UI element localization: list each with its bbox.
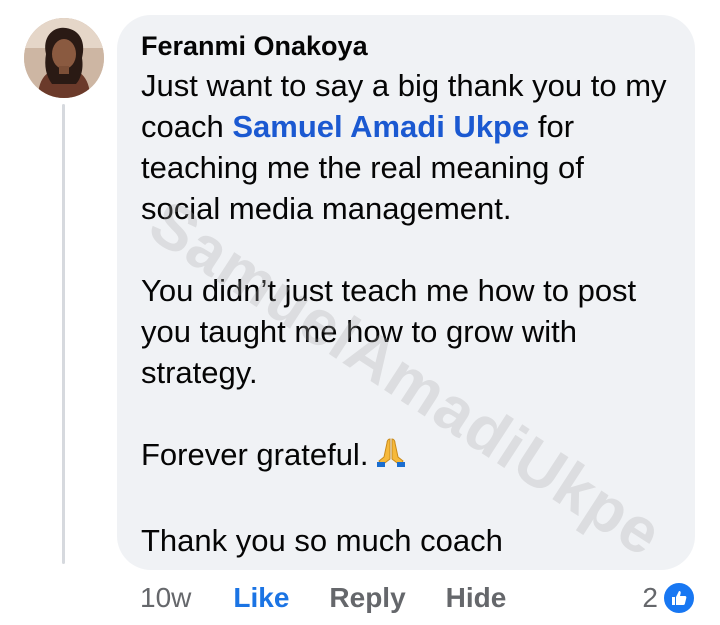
profile-photo-icon	[24, 18, 104, 98]
comment-paragraph-4: Thank you so much coach	[141, 523, 503, 558]
like-button[interactable]: Like	[233, 582, 289, 614]
reaction-summary[interactable]: 2	[642, 578, 696, 618]
comment-actions: 10w Like Reply Hide	[140, 578, 506, 618]
comment-author[interactable]: Feranmi Onakoya	[141, 29, 671, 63]
mention-link[interactable]: Samuel Amadi Ukpe	[232, 109, 529, 144]
avatar[interactable]	[24, 18, 104, 98]
comment-paragraph-2: You didn’t just teach me how to post you…	[141, 273, 637, 390]
comment-paragraph-1: Just want to say a big thank you to my c…	[141, 65, 671, 229]
comment-paragraph-3: Forever grateful.	[141, 434, 671, 479]
comment-view: Feranmi Onakoya Just want to say a big t…	[0, 0, 720, 625]
folded-hands-icon	[374, 435, 408, 479]
like-icon	[662, 581, 696, 615]
timestamp[interactable]: 10w	[140, 582, 191, 614]
comment-bubble: Feranmi Onakoya Just want to say a big t…	[117, 15, 695, 570]
comment-text-grateful: Forever grateful.	[141, 437, 369, 472]
reaction-count: 2	[642, 582, 658, 613]
comment-body: Just want to say a big thank you to my c…	[141, 65, 671, 561]
thread-line	[62, 104, 65, 564]
reply-button[interactable]: Reply	[329, 582, 405, 614]
hide-button[interactable]: Hide	[446, 582, 507, 614]
